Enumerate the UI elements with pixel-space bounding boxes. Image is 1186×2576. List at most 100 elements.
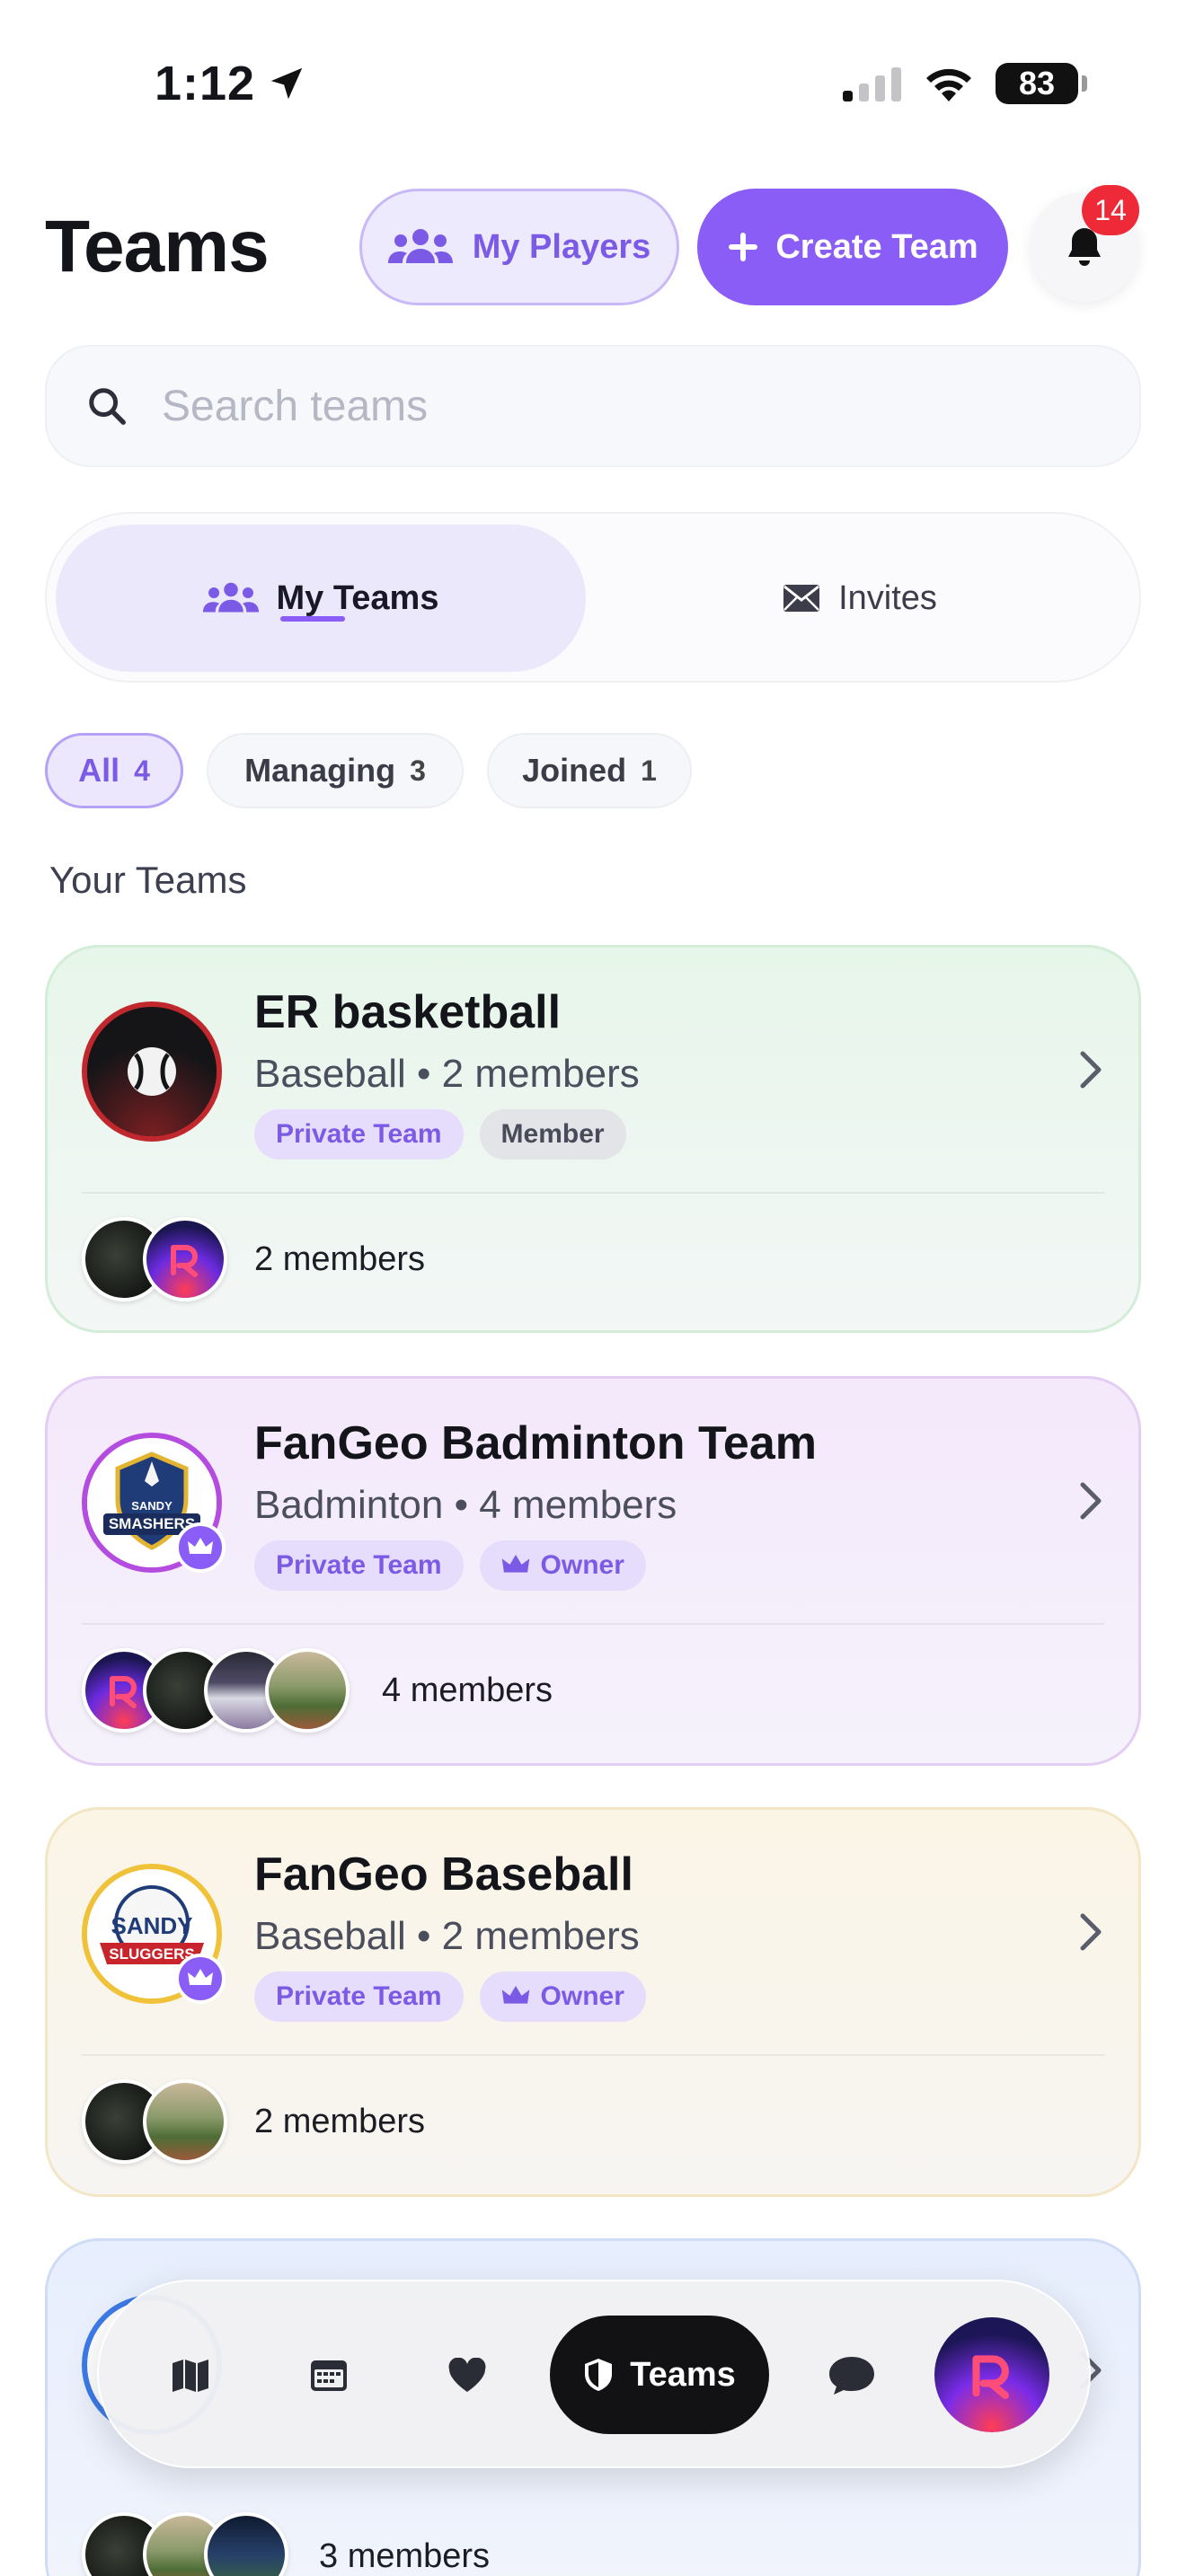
nav-favorites[interactable] <box>433 2342 501 2410</box>
member-avatars <box>82 1648 350 1733</box>
my-players-label: My Players <box>472 227 651 266</box>
crown-icon <box>501 1555 529 1573</box>
tab-invites[interactable]: Invites <box>595 525 1125 672</box>
tab-my-teams[interactable]: My Teams <box>56 525 586 672</box>
role-badge: Owner <box>479 1540 646 1591</box>
member-avatar <box>143 2079 227 2164</box>
meta-separator: • <box>417 1914 431 1958</box>
filter-chip-count: 3 <box>410 754 426 787</box>
nav-teams-label: Teams <box>630 2355 736 2394</box>
filter-chip-label: All <box>78 752 120 789</box>
team-tags: Private Team Member <box>254 1109 626 1160</box>
team-card-er-basketball[interactable]: ER basketball Baseball • 2 members Priva… <box>45 945 1141 1333</box>
create-team-button[interactable]: Create Team <box>697 189 1008 305</box>
team-meta: Baseball • 2 members <box>254 1914 640 1959</box>
cellular-signal-icon <box>843 67 901 101</box>
status-indicators: 83 <box>843 63 1087 104</box>
member-avatar <box>143 1217 227 1301</box>
team-logo <box>82 1001 222 1142</box>
owner-crown-badge <box>175 1522 226 1573</box>
envelope-icon <box>783 585 820 612</box>
logo-text: SANDY <box>111 1912 192 1939</box>
role-badge: Member <box>479 1109 626 1160</box>
team-card-fangeo-badminton[interactable]: SANDY SMASHERS FanGeo Badminton Team Bad… <box>45 1376 1141 1766</box>
map-icon <box>173 2360 208 2392</box>
team-member-count: 2 members <box>441 1052 640 1096</box>
card-divider <box>82 1192 1104 1194</box>
team-member-count: 4 members <box>479 1483 677 1527</box>
baseball-icon <box>87 1007 217 1136</box>
meta-separator: • <box>454 1483 468 1527</box>
users-icon <box>202 582 259 613</box>
team-sport: Badminton <box>254 1483 444 1527</box>
teams-segment-control: My Teams Invites <box>45 512 1141 683</box>
active-tab-indicator <box>280 616 345 622</box>
team-tags: Private Team Owner <box>254 1972 646 2022</box>
privacy-badge: Private Team <box>254 1540 464 1591</box>
nav-messages[interactable] <box>818 2342 886 2410</box>
members-footer: 2 members <box>254 2103 426 2140</box>
team-name: ER basketball <box>254 986 562 1038</box>
team-member-count: 2 members <box>441 1914 640 1958</box>
tab-invites-label: Invites <box>838 578 937 617</box>
search-icon <box>89 388 126 425</box>
battery-level: 83 <box>1018 65 1056 101</box>
crown-icon <box>501 1986 529 2004</box>
nav-profile-avatar[interactable] <box>934 2317 1049 2432</box>
team-tags: Private Team Owner <box>254 1540 646 1591</box>
fangeo-logo-icon <box>171 1245 198 1277</box>
filter-chip-count: 4 <box>134 754 150 787</box>
role-badge-label: Owner <box>540 1550 624 1580</box>
members-footer: 2 members <box>254 1240 426 1278</box>
card-divider <box>82 2054 1104 2056</box>
member-avatars <box>82 2079 227 2164</box>
logo-text: SANDY <box>131 1499 173 1513</box>
chevron-right-icon <box>1080 1913 1102 1951</box>
team-card-fangeo-baseball[interactable]: SANDY SLUGGERS FanGeo Baseball Baseball … <box>45 1807 1141 2197</box>
team-sport: Baseball <box>254 1052 406 1096</box>
filter-chip-joined[interactable]: Joined 1 <box>487 733 692 808</box>
location-arrow-icon <box>270 67 303 100</box>
status-time: 1:12 <box>155 56 307 111</box>
member-avatars <box>82 1217 227 1301</box>
wifi-icon <box>926 68 971 101</box>
users-icon <box>387 229 453 263</box>
calendar-icon <box>311 2360 347 2391</box>
chat-bubble-icon <box>829 2357 874 2395</box>
heart-icon <box>448 2358 486 2392</box>
fangeo-logo-icon <box>972 2355 1009 2399</box>
search-placeholder: Search teams <box>162 382 429 430</box>
tab-my-teams-label: My Teams <box>276 578 439 617</box>
filter-chip-all[interactable]: All 4 <box>45 733 183 808</box>
section-title: Your Teams <box>49 859 247 901</box>
nav-teams-active[interactable]: Teams <box>550 2316 769 2434</box>
member-avatar <box>204 2512 288 2576</box>
chevron-right-icon <box>1080 1051 1102 1089</box>
team-name: FanGeo Baseball <box>254 1848 633 1901</box>
fangeo-logo-icon <box>110 1676 137 1708</box>
team-sport: Baseball <box>254 1914 406 1958</box>
page-title: Teams <box>45 206 270 287</box>
members-footer: 4 members <box>382 1672 553 1709</box>
nav-calendar[interactable] <box>295 2342 363 2410</box>
clock-text: 1:12 <box>155 57 256 110</box>
team-meta: Baseball • 2 members <box>254 1052 640 1097</box>
team-name: FanGeo Badminton Team <box>254 1417 817 1469</box>
plus-icon <box>729 233 758 261</box>
notification-badge: 14 <box>1082 185 1139 235</box>
status-bar: 1:12 83 <box>0 0 1186 171</box>
member-avatar <box>265 1648 350 1733</box>
my-players-button[interactable]: My Players <box>359 189 679 305</box>
filter-chip-label: Joined <box>522 752 627 789</box>
team-meta: Badminton • 4 members <box>254 1483 677 1528</box>
search-input[interactable]: Search teams <box>45 345 1141 467</box>
card-divider <box>82 1623 1104 1625</box>
owner-crown-badge <box>175 1954 226 2004</box>
filter-chip-managing[interactable]: Managing 3 <box>207 733 464 808</box>
members-footer: 3 members <box>319 2537 491 2575</box>
role-badge: Owner <box>479 1972 646 2022</box>
member-avatars <box>82 2512 288 2576</box>
filter-chip-label: Managing <box>244 752 396 789</box>
privacy-badge: Private Team <box>254 1109 464 1160</box>
nav-map[interactable] <box>156 2342 225 2410</box>
